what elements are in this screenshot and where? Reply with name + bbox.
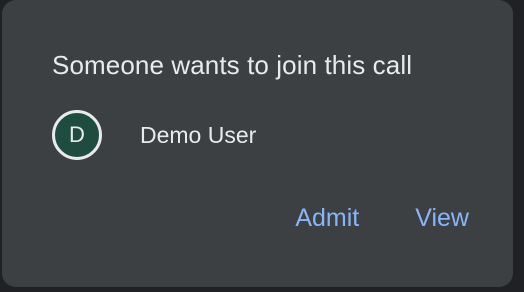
admit-button[interactable]: Admit bbox=[281, 198, 373, 239]
requester-row: D Demo User bbox=[52, 110, 256, 160]
dialog-title: Someone wants to join this call bbox=[52, 50, 413, 80]
avatar-initial: D bbox=[69, 122, 85, 147]
dialog-actions: Admit View bbox=[281, 198, 483, 239]
view-button[interactable]: View bbox=[401, 198, 483, 239]
requester-name: Demo User bbox=[140, 121, 257, 148]
avatar: D bbox=[52, 110, 102, 160]
join-request-dialog: Someone wants to join this call D Demo U… bbox=[2, 0, 513, 287]
